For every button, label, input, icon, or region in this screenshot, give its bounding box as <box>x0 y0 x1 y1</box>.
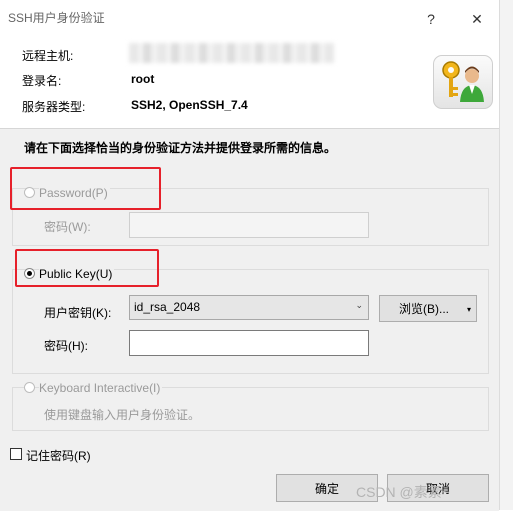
highlight-box-public-key <box>15 249 159 287</box>
window-title: SSH用户身份验证 <box>8 11 105 25</box>
keyboard-interactive-radio-circle <box>24 382 35 393</box>
password-field-label: 密码(W): <box>44 220 91 234</box>
keyboard-interactive-label[interactable]: Keyboard Interactive(I) <box>39 381 163 395</box>
remote-host-label: 远程主机: <box>22 49 74 63</box>
passphrase-label: 密码(H): <box>44 339 88 353</box>
close-icon: ✕ <box>471 10 483 27</box>
login-name-label: 登录名: <box>22 74 62 88</box>
instruction-text: 请在下面选择恰当的身份验证方法并提供登录所需的信息。 <box>24 141 337 155</box>
remember-password-label[interactable]: 记住密码(R) <box>26 447 91 464</box>
user-key-icon <box>433 55 493 109</box>
chevron-down-icon: ⌄ <box>355 300 363 310</box>
help-button[interactable]: ? <box>416 6 446 32</box>
browse-button[interactable]: 浏览(B)... ▾ <box>379 295 477 322</box>
server-type-label: 服务器类型: <box>22 100 86 114</box>
password-input[interactable] <box>129 212 369 238</box>
user-key-select-value: id_rsa_2048 <box>134 300 201 314</box>
watermark: CSDN @素素~ <box>356 484 450 500</box>
keyboard-interactive-radio[interactable] <box>24 382 35 393</box>
browse-button-label: 浏览(B)... <box>399 302 449 316</box>
keyboard-interactive-description: 使用键盘输入用户身份验证。 <box>44 408 201 422</box>
dropdown-arrow-icon: ▾ <box>466 305 471 314</box>
background-strip <box>499 0 513 510</box>
passphrase-input[interactable] <box>129 330 369 356</box>
remote-host-value-blurred <box>129 43 334 63</box>
user-key-label: 用户密钥(K): <box>44 306 112 320</box>
remember-password-checkbox[interactable] <box>10 448 22 460</box>
login-name-value: root <box>131 72 155 86</box>
user-key-select[interactable]: id_rsa_2048 ⌄ <box>129 295 369 320</box>
close-button[interactable]: ✕ <box>462 6 492 32</box>
server-type-value: SSH2, OpenSSH_7.4 <box>131 98 248 112</box>
highlight-box-password <box>10 167 161 210</box>
